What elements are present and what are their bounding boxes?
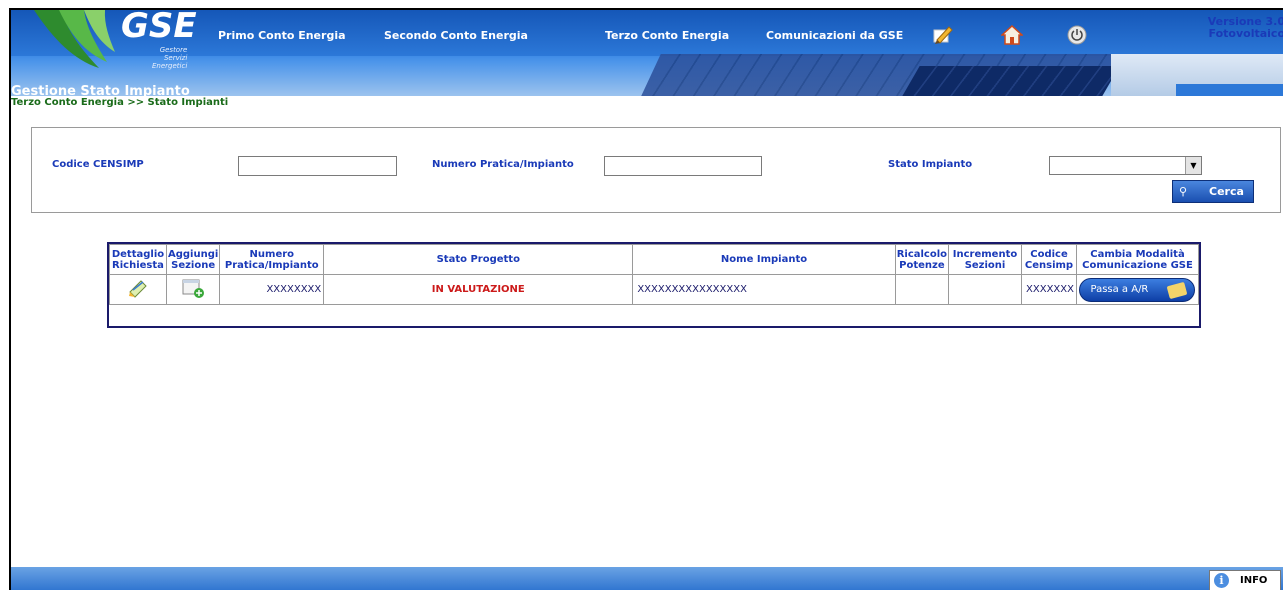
col-dettaglio-richiesta: Dettaglio Richiesta [109,244,167,275]
version-info: Versione 3.0 Fotovoltaico [1208,16,1283,40]
stato-impianto-select[interactable]: ▼ [1049,156,1202,175]
power-icon[interactable] [1066,24,1088,46]
edit-icon[interactable] [931,24,953,46]
nav-terzo-conto-energia[interactable]: Terzo Conto Energia [605,29,729,42]
codice-censimp-cell: XXXXXXX [1021,274,1077,305]
numero-pratica-cell: XXXXXXXX [219,274,325,305]
ricalcolo-potenze-cell [894,274,950,305]
header: GSE Gestore Servizi Energetici Primo Con… [11,10,1283,96]
app-frame: GSE Gestore Servizi Energetici Primo Con… [9,8,1283,590]
cambia-modalita-cell: Passa a A/R [1075,274,1200,305]
home-icon[interactable] [1000,24,1024,46]
logo-subtitle: Gestore Servizi Energetici [152,46,188,70]
nav-primo-conto-energia[interactable]: Primo Conto Energia [218,29,346,42]
results-table: Dettaglio Richiesta Aggiungi Sezione Numer… [107,242,1201,328]
header-band [1176,84,1283,96]
codice-censimp-label: Codice CENSIMP [52,159,144,170]
logo-brand: GSE [121,10,197,46]
logo-swoosh-icon [34,10,115,68]
stato-impianto-label: Stato Impianto [888,159,973,170]
aggiungi-cell [165,274,221,305]
table-row: XXXXXXXX IN VALUTAZIONE XXXXXXXXXXXXXXXX… [109,274,1200,305]
chevron-down-icon[interactable]: ▼ [1185,157,1201,174]
nav-comunicazioni-da-gse[interactable]: Comunicazioni da GSE [766,29,903,42]
col-stato-progetto: Stato Progetto [323,244,634,275]
dettaglio-cell [109,274,167,305]
passa-ar-label: Passa a A/R [1090,283,1149,295]
col-numero-pratica: Numero Pratica/Impianto [219,244,325,275]
col-aggiungi-sezione: Aggiungi Sezione [165,244,221,275]
footer-bar: i INFO [11,567,1283,590]
envelope-icon [1167,281,1188,299]
col-codice-censimp: Codice Censimp [1021,244,1077,275]
info-label: INFO [1240,575,1268,586]
cerca-button[interactable]: ⚲ Cerca [1172,180,1254,203]
search-panel: Codice CENSIMP Numero Pratica/Impianto S… [31,127,1281,213]
breadcrumb: Terzo Conto Energia >> Stato Impianti [11,97,229,108]
info-button[interactable]: i INFO [1209,570,1281,590]
col-nome-impianto: Nome Impianto [632,244,896,275]
gse-logo[interactable]: GSE Gestore Servizi Energetici [29,10,199,74]
page-title: Gestione Stato Impianto [11,84,190,96]
numero-pratica-input[interactable] [604,156,762,176]
incremento-sezioni-cell [948,274,1022,305]
col-cambia-modalita: Cambia Modalità Comunicazione GSE [1075,244,1200,275]
solar-panel-image-dark [902,66,1120,96]
cerca-label: Cerca [1209,185,1244,198]
info-icon: i [1214,573,1229,588]
add-section-icon[interactable] [181,278,205,298]
stato-progetto-cell: IN VALUTAZIONE [323,274,634,305]
nav-secondo-conto-energia[interactable]: Secondo Conto Energia [384,29,528,42]
binoculars-icon: ⚲ [1179,185,1188,198]
passa-ar-button[interactable]: Passa a A/R [1079,277,1196,302]
col-ricalcolo-potenze: Ricalcolo Potenze [894,244,950,275]
document-edit-icon[interactable] [127,278,149,298]
table-header-row: Dettaglio Richiesta Aggiungi Sezione Numer… [109,244,1200,275]
nome-impianto-cell: XXXXXXXXXXXXXXXX [632,274,896,305]
codice-censimp-input[interactable] [238,156,397,176]
numero-pratica-label: Numero Pratica/Impianto [432,159,574,170]
col-incremento-sezioni: Incremento Sezioni [948,244,1022,275]
product-label: Fotovoltaico [1208,27,1283,40]
